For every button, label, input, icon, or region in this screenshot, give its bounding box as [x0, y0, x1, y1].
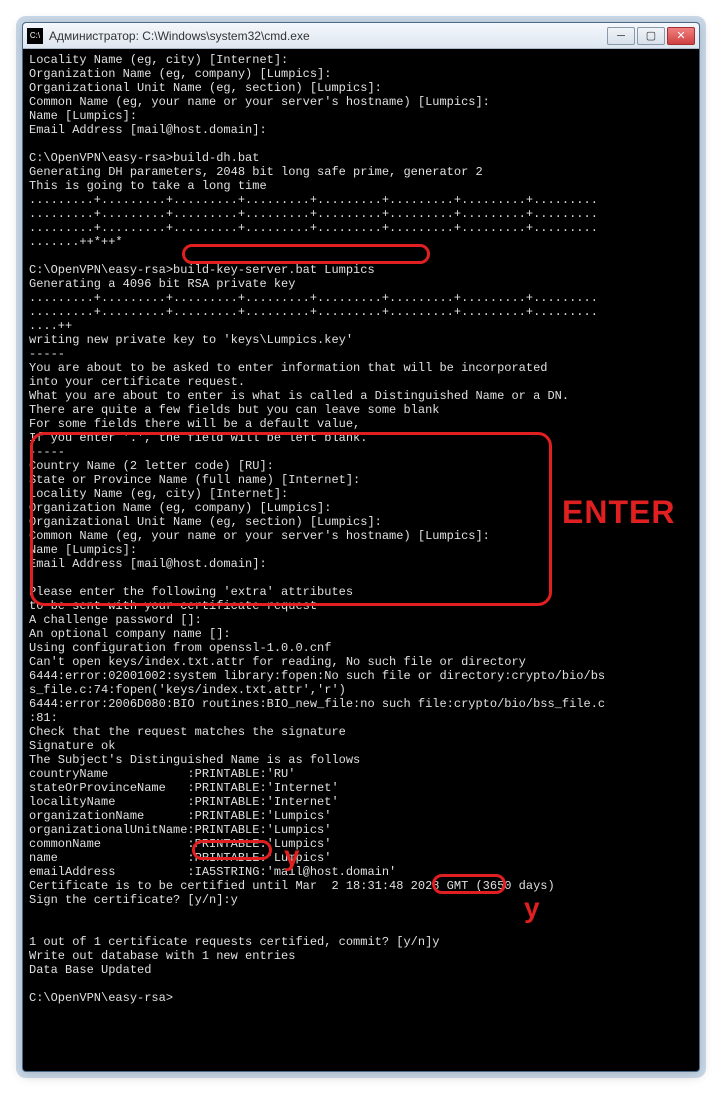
terminal-line: stateOrProvinceName :PRINTABLE:'Internet…: [29, 781, 693, 795]
cmd-icon: C:\: [27, 28, 43, 44]
terminal-line: Organizational Unit Name (eg, section) […: [29, 81, 693, 95]
terminal-line: Signature ok: [29, 739, 693, 753]
terminal-line: Write out database with 1 new entries: [29, 949, 693, 963]
terminal-line: [29, 249, 693, 263]
terminal-line: Organizational Unit Name (eg, section) […: [29, 515, 693, 529]
terminal-line: The Subject's Distinguished Name is as f…: [29, 753, 693, 767]
terminal-line: 1 out of 1 certificate requests certifie…: [29, 935, 693, 949]
minimize-button[interactable]: ─: [607, 27, 635, 45]
terminal-line: Common Name (eg, your name or your serve…: [29, 529, 693, 543]
terminal-line: Using configuration from openssl-1.0.0.c…: [29, 641, 693, 655]
terminal-line: writing new private key to 'keys\Lumpics…: [29, 333, 693, 347]
terminal-line: organizationalUnitName:PRINTABLE:'Lumpic…: [29, 823, 693, 837]
terminal-line: If you enter '.', the field will be left…: [29, 431, 693, 445]
terminal-line: .........+.........+.........+.........+…: [29, 221, 693, 235]
terminal-line: [29, 977, 693, 991]
terminal-line: You are about to be asked to enter infor…: [29, 361, 693, 375]
terminal-line: C:\OpenVPN\easy-rsa>build-key-server.bat…: [29, 263, 693, 277]
terminal-line: countryName :PRINTABLE:'RU': [29, 767, 693, 781]
terminal-line: State or Province Name (full name) [Inte…: [29, 473, 693, 487]
terminal-line: C:\OpenVPN\easy-rsa>build-dh.bat: [29, 151, 693, 165]
terminal-line: An optional company name []:: [29, 627, 693, 641]
terminal-line: organizationName :PRINTABLE:'Lumpics': [29, 809, 693, 823]
terminal-line: Email Address [mail@host.domain]:: [29, 557, 693, 571]
terminal-line: to be sent with your certificate request: [29, 599, 693, 613]
terminal-line: [29, 921, 693, 935]
terminal-line: Common Name (eg, your name or your serve…: [29, 95, 693, 109]
titlebar: C:\ Администратор: C:\Windows\system32\c…: [23, 23, 699, 49]
terminal-line: Please enter the following 'extra' attri…: [29, 585, 693, 599]
terminal-line: Name [Lumpics]:: [29, 543, 693, 557]
terminal-line: Check that the request matches the signa…: [29, 725, 693, 739]
terminal-line: Name [Lumpics]:: [29, 109, 693, 123]
cmd-window: C:\ Администратор: C:\Windows\system32\c…: [22, 22, 700, 1072]
terminal-line: 6444:error:02001002:system library:fopen…: [29, 669, 693, 683]
terminal-line: [29, 571, 693, 585]
terminal-line: [29, 137, 693, 151]
terminal-line: .........+.........+.........+.........+…: [29, 207, 693, 221]
terminal-line: -----: [29, 445, 693, 459]
terminal-line: s_file.c:74:fopen('keys/index.txt.attr',…: [29, 683, 693, 697]
terminal-line: Email Address [mail@host.domain]:: [29, 123, 693, 137]
terminal-line: .........+.........+.........+.........+…: [29, 193, 693, 207]
terminal-line: :81:: [29, 711, 693, 725]
terminal-line: localityName :PRINTABLE:'Internet': [29, 795, 693, 809]
terminal-line: C:\OpenVPN\easy-rsa>: [29, 991, 693, 1005]
window-controls: ─ ▢ ✕: [607, 27, 695, 45]
terminal-line: Organization Name (eg, company) [Lumpics…: [29, 501, 693, 515]
terminal-line: -----: [29, 347, 693, 361]
maximize-button[interactable]: ▢: [637, 27, 665, 45]
terminal-line: emailAddress :IA5STRING:'mail@host.domai…: [29, 865, 693, 879]
terminal-line: name :PRINTABLE:'Lumpics': [29, 851, 693, 865]
terminal-line: Generating a 4096 bit RSA private key: [29, 277, 693, 291]
terminal-line: For some fields there will be a default …: [29, 417, 693, 431]
terminal-line: Country Name (2 letter code) [RU]:: [29, 459, 693, 473]
terminal-line: Locality Name (eg, city) [Internet]:: [29, 53, 693, 67]
close-button[interactable]: ✕: [667, 27, 695, 45]
terminal-line: A challenge password []:: [29, 613, 693, 627]
terminal-line: into your certificate request.: [29, 375, 693, 389]
terminal-line: [29, 907, 693, 921]
terminal-line: Generating DH parameters, 2048 bit long …: [29, 165, 693, 179]
terminal-line: .........+.........+.........+.........+…: [29, 291, 693, 305]
terminal-line: This is going to take a long time: [29, 179, 693, 193]
terminal-content[interactable]: Locality Name (eg, city) [Internet]:Orga…: [23, 49, 699, 1009]
terminal-line: Locality Name (eg, city) [Internet]:: [29, 487, 693, 501]
terminal-line: 6444:error:2006D080:BIO routines:BIO_new…: [29, 697, 693, 711]
terminal-line: ....++: [29, 319, 693, 333]
terminal-line: Can't open keys/index.txt.attr for readi…: [29, 655, 693, 669]
window-title: Администратор: C:\Windows\system32\cmd.e…: [49, 29, 607, 43]
terminal-line: Certificate is to be certified until Mar…: [29, 879, 693, 893]
terminal-line: .........+.........+.........+.........+…: [29, 305, 693, 319]
terminal-line: What you are about to enter is what is c…: [29, 389, 693, 403]
terminal-line: .......++*++*: [29, 235, 693, 249]
terminal-line: There are quite a few fields but you can…: [29, 403, 693, 417]
terminal-line: Organization Name (eg, company) [Lumpics…: [29, 67, 693, 81]
terminal-line: Data Base Updated: [29, 963, 693, 977]
terminal-line: Sign the certificate? [y/n]:y: [29, 893, 693, 907]
terminal-line: commonName :PRINTABLE:'Lumpics': [29, 837, 693, 851]
